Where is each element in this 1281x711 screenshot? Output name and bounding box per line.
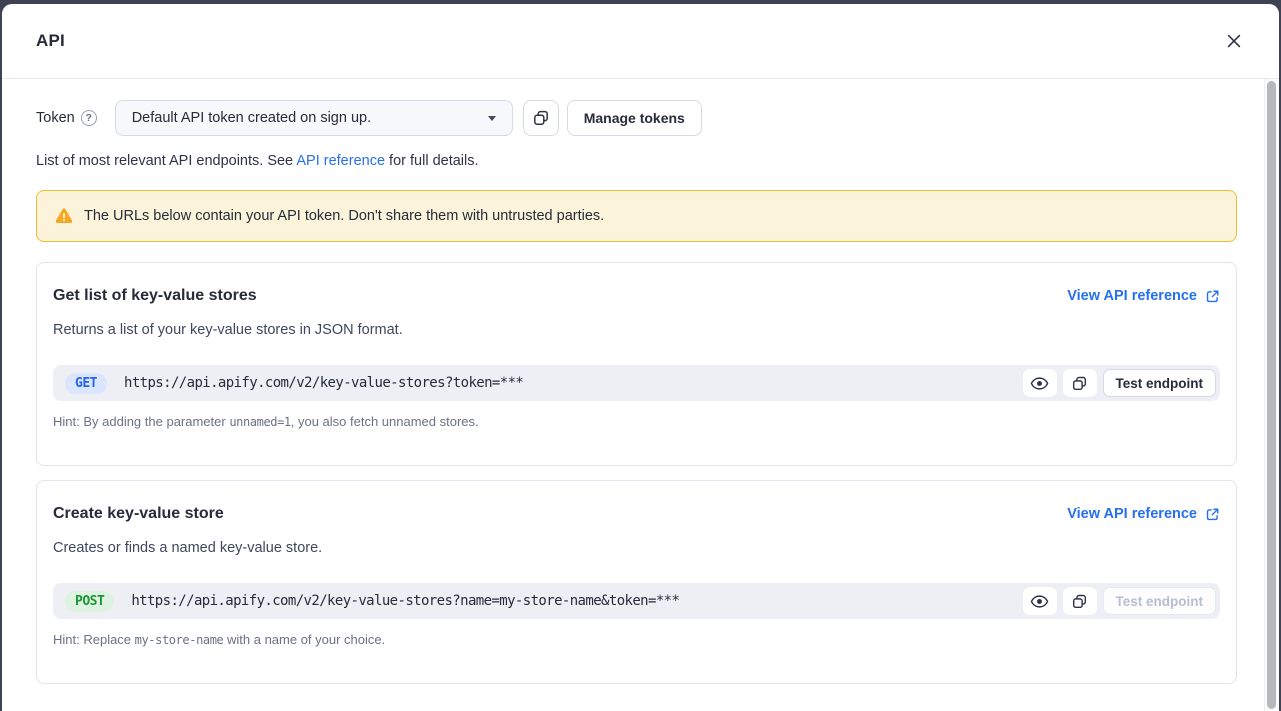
reveal-token-button[interactable] (1023, 587, 1057, 615)
endpoint-title: Get list of key-value stores (53, 287, 257, 305)
method-badge: POST (65, 591, 114, 612)
endpoint-url-bar: POST https://api.apify.com/v2/key-value-… (53, 583, 1220, 619)
warning-banner: The URLs below contain your API token. D… (36, 190, 1237, 242)
scrollbar-thumb[interactable] (1267, 81, 1276, 709)
endpoint-actions: Test endpoint (1023, 587, 1217, 615)
external-link-icon (1205, 289, 1220, 304)
eye-icon (1030, 592, 1049, 611)
hint-code: unnamed=1 (229, 415, 290, 429)
copy-icon (1072, 376, 1087, 391)
endpoint-title: Create key-value store (53, 505, 224, 523)
token-select-value: Default API token created on sign up. (132, 110, 371, 126)
endpoint-hint: Hint: By adding the parameter unnamed=1,… (53, 414, 1220, 429)
endpoint-card-create-store: Create key-value store View API referenc… (36, 480, 1237, 684)
scrollbar[interactable] (1264, 79, 1279, 711)
endpoint-url: https://api.apify.com/v2/key-value-store… (124, 375, 523, 391)
endpoint-url: https://api.apify.com/v2/key-value-store… (131, 593, 679, 609)
intro-text: List of most relevant API endpoints. See… (36, 153, 1237, 169)
reveal-token-button[interactable] (1023, 369, 1057, 397)
view-api-reference-label: View API reference (1067, 288, 1197, 304)
intro-before: List of most relevant API endpoints. See (36, 153, 296, 169)
eye-icon (1030, 374, 1049, 393)
modal-body: Token ? Default API token created on sig… (2, 79, 1264, 711)
help-icon[interactable]: ? (81, 110, 97, 126)
modal-header: API (2, 4, 1279, 79)
endpoint-actions: Test endpoint (1023, 369, 1217, 397)
copy-token-button[interactable] (523, 100, 559, 136)
copy-url-button[interactable] (1063, 369, 1097, 397)
api-reference-link[interactable]: API reference (296, 153, 385, 169)
copy-url-button[interactable] (1063, 587, 1097, 615)
chevron-down-icon (488, 116, 496, 121)
endpoint-hint: Hint: Replace my-store-name with a name … (53, 632, 1220, 647)
copy-icon (533, 110, 549, 126)
view-api-reference-link[interactable]: View API reference (1067, 506, 1220, 522)
view-api-reference-label: View API reference (1067, 506, 1197, 522)
test-endpoint-button[interactable]: Test endpoint (1103, 587, 1217, 615)
manage-tokens-button[interactable]: Manage tokens (567, 100, 702, 136)
intro-after: for full details. (385, 153, 479, 169)
external-link-icon (1205, 507, 1220, 522)
api-modal: API Token ? Default API token created on… (2, 4, 1279, 711)
view-api-reference-link[interactable]: View API reference (1067, 288, 1220, 304)
close-icon[interactable] (1219, 26, 1249, 56)
endpoint-description: Creates or finds a named key-value store… (53, 540, 1220, 556)
page-title: API (36, 31, 65, 51)
test-endpoint-button[interactable]: Test endpoint (1103, 369, 1217, 397)
token-label: Token (36, 110, 75, 126)
endpoint-url-bar: GET https://api.apify.com/v2/key-value-s… (53, 365, 1220, 401)
endpoint-card-get-list: Get list of key-value stores View API re… (36, 262, 1237, 466)
token-select[interactable]: Default API token created on sign up. (115, 100, 513, 136)
method-badge: GET (65, 373, 107, 394)
endpoint-description: Returns a list of your key-value stores … (53, 322, 1220, 338)
warning-text: The URLs below contain your API token. D… (84, 208, 604, 224)
copy-icon (1072, 594, 1087, 609)
hint-code: my-store-name (135, 633, 224, 647)
warning-icon (54, 206, 74, 226)
token-row: Token ? Default API token created on sig… (36, 100, 1237, 136)
